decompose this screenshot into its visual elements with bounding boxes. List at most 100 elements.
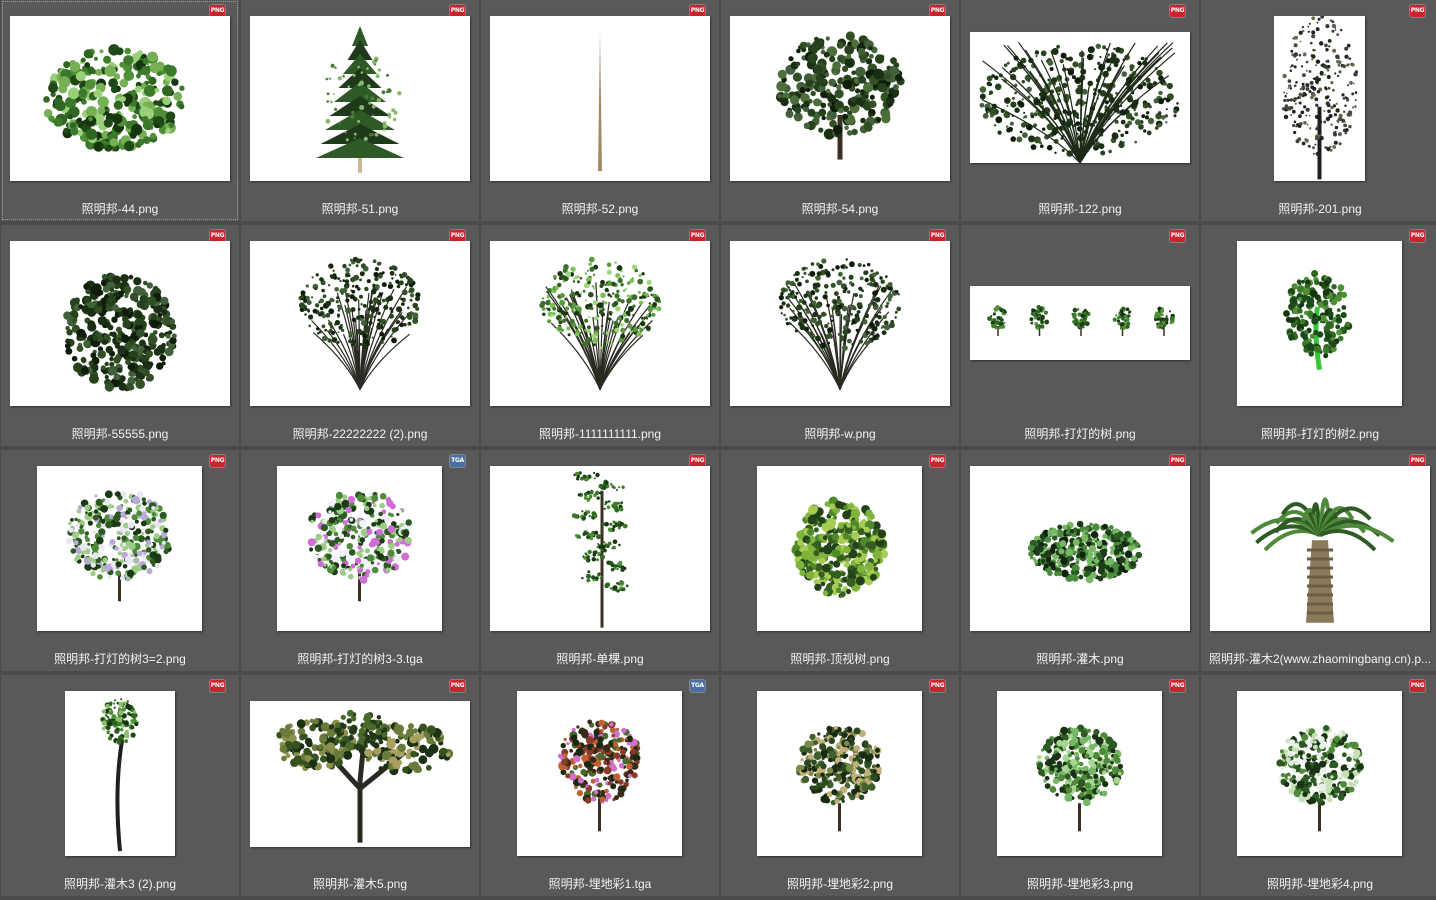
plant-image <box>1283 270 1353 371</box>
png-file-icon: PNG <box>1170 230 1185 242</box>
plant-image <box>1281 16 1359 180</box>
file-thumbnail <box>997 691 1162 856</box>
png-file-icon: PNG <box>1170 680 1185 692</box>
file-thumbnail <box>250 16 470 181</box>
file-item[interactable]: PNG 照明邦-201.png <box>1201 0 1436 221</box>
plant-image <box>791 496 888 598</box>
file-name-label: 照明邦-22222222 (2).png <box>292 427 428 441</box>
file-item[interactable]: PNG 照明邦-44.png <box>1 0 239 221</box>
file-thumbnail <box>1237 241 1402 406</box>
plant-image <box>316 26 404 173</box>
file-item[interactable]: PNG 照明邦-55555.png <box>1 225 239 446</box>
file-thumbnail <box>490 241 710 406</box>
png-file-icon: PNG <box>210 680 225 692</box>
plant-image <box>778 258 902 390</box>
thumbnail-grid: PNG 照明邦-44.png PNG 照明邦-51.png PNG 照明邦-52.png P… <box>0 0 1436 900</box>
file-name-label: 照明邦-55555.png <box>71 427 169 441</box>
file-item[interactable]: PNG 照明邦-单棵.png <box>481 450 719 671</box>
file-thumbnail <box>970 32 1190 163</box>
file-item[interactable]: PNG 照明邦-灌木2(www.zhaomingbang.cn).p... <box>1201 450 1436 671</box>
png-file-icon: PNG <box>930 680 945 692</box>
file-thumbnail <box>517 691 682 856</box>
file-item[interactable]: PNG 照明邦-打灯的树.png <box>961 225 1199 446</box>
file-name-label: 照明邦-顶视树.png <box>790 652 890 666</box>
file-thumbnail <box>730 16 950 181</box>
file-name-label: 照明邦-灌木3 (2).png <box>63 877 177 891</box>
plant-image <box>1276 725 1364 832</box>
file-item[interactable]: TGA 照明邦-打灯的树3-3.tga <box>241 450 479 671</box>
file-thumbnail <box>10 241 230 406</box>
png-file-icon: PNG <box>210 455 225 467</box>
file-item[interactable]: PNG 照明邦-122.png <box>961 0 1199 221</box>
plant-image <box>796 725 882 832</box>
file-name-label: 照明邦-201.png <box>1278 202 1362 216</box>
plant-image <box>307 491 412 602</box>
plant-image <box>65 489 172 602</box>
file-item[interactable]: PNG 照明邦-1111111111.png <box>481 225 719 446</box>
file-name-label: 照明邦-灌木2(www.zhaomingbang.cn).p... <box>1208 652 1432 666</box>
file-thumbnail <box>250 241 470 406</box>
file-name-label: 照明邦-w.png <box>804 427 876 441</box>
plant-image <box>298 256 421 390</box>
plant-image <box>63 272 177 392</box>
plant-image <box>1035 724 1124 832</box>
file-name-label: 照明邦-打灯的树.png <box>1024 427 1136 441</box>
file-item[interactable]: PNG 照明邦-埋地彩4.png <box>1201 675 1436 896</box>
tga-file-icon: TGA <box>450 455 465 467</box>
file-thumbnail <box>970 286 1190 360</box>
tga-file-icon: TGA <box>690 680 705 692</box>
file-thumbnail <box>970 466 1190 631</box>
plant-image <box>571 471 629 628</box>
png-file-icon: PNG <box>1410 680 1425 692</box>
file-name-label: 照明邦-52.png <box>561 202 639 216</box>
file-thumbnail <box>490 16 710 181</box>
file-thumbnail <box>1210 466 1430 631</box>
file-name-label: 照明邦-埋地彩3.png <box>1026 877 1134 891</box>
file-name-label: 照明邦-埋地彩4.png <box>1266 877 1374 891</box>
file-item[interactable]: PNG 照明邦-51.png <box>241 0 479 221</box>
plant-image <box>979 41 1180 163</box>
file-name-label: 照明邦-埋地彩2.png <box>786 877 894 891</box>
file-item[interactable]: PNG 照明邦-打灯的树2.png <box>1201 225 1436 446</box>
file-thumbnail <box>277 466 442 631</box>
file-item[interactable]: PNG 照明邦-22222222 (2).png <box>241 225 479 446</box>
plant-image <box>1027 520 1143 584</box>
plant-image <box>100 698 140 852</box>
file-name-label: 照明邦-51.png <box>321 202 399 216</box>
file-item[interactable]: PNG 照明邦-52.png <box>481 0 719 221</box>
plant-image <box>775 31 905 160</box>
file-item[interactable]: PNG 照明邦-灌木5.png <box>241 675 479 896</box>
png-file-icon: PNG <box>1410 5 1425 17</box>
file-thumbnail <box>757 466 922 631</box>
png-file-icon: PNG <box>1410 230 1425 242</box>
file-thumbnail <box>65 691 175 856</box>
file-thumbnail <box>730 241 950 406</box>
file-name-label: 照明邦-打灯的树3-3.tga <box>297 652 423 666</box>
file-name-label: 照明邦-埋地彩1.tga <box>548 877 652 891</box>
file-name-label: 照明邦-打灯的树3=2.png <box>54 652 186 666</box>
file-name-label: 照明邦-打灯的树2.png <box>1260 427 1380 441</box>
file-thumbnail <box>37 466 202 631</box>
file-name-label: 照明邦-1111111111.png <box>538 427 662 441</box>
file-item[interactable]: PNG 照明邦-埋地彩2.png <box>721 675 959 896</box>
file-item[interactable]: PNG 照明邦-打灯的树3=2.png <box>1 450 239 671</box>
file-thumbnail <box>1237 691 1402 856</box>
file-item[interactable]: PNG 照明邦-埋地彩3.png <box>961 675 1199 896</box>
file-thumbnail <box>1274 16 1365 181</box>
file-thumbnail <box>10 16 230 181</box>
png-file-icon: PNG <box>930 455 945 467</box>
file-item[interactable]: PNG 照明邦-顶视树.png <box>721 450 959 671</box>
file-item[interactable]: TGA 照明邦-埋地彩1.tga <box>481 675 719 896</box>
file-item[interactable]: PNG 照明邦-w.png <box>721 225 959 446</box>
plant-image <box>539 256 662 390</box>
file-name-label: 照明邦-122.png <box>1038 202 1122 216</box>
png-file-icon: PNG <box>1170 5 1185 17</box>
file-thumbnail <box>250 701 470 847</box>
plant-image <box>276 709 454 843</box>
file-item[interactable]: PNG 照明邦-54.png <box>721 0 959 221</box>
file-item[interactable]: PNG 照明邦-灌木3 (2).png <box>1 675 239 896</box>
png-file-icon: PNG <box>450 680 465 692</box>
file-name-label: 照明邦-单棵.png <box>556 652 644 666</box>
file-thumbnail <box>490 466 710 631</box>
file-item[interactable]: PNG 照明邦-灌木.png <box>961 450 1199 671</box>
